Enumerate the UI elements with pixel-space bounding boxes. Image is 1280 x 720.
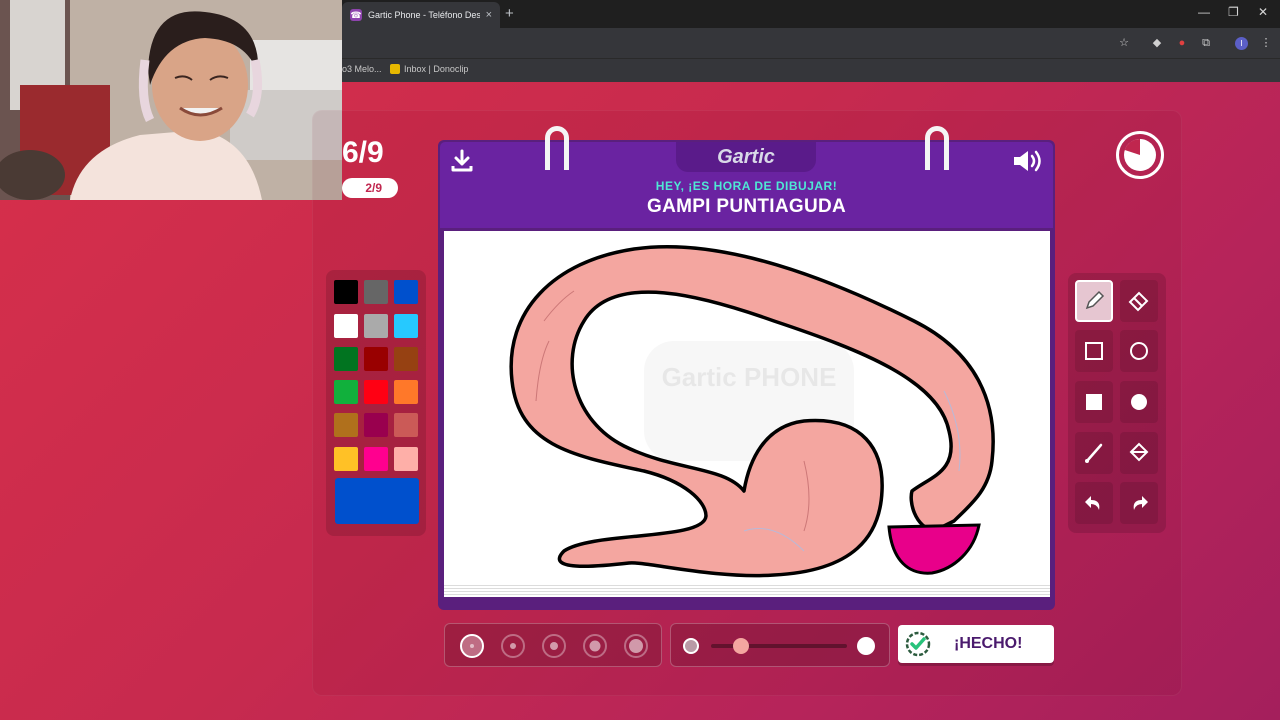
gartic-favicon-icon: ☎ bbox=[350, 9, 362, 21]
gartic-logo: Gartic bbox=[717, 146, 775, 168]
bucket-fill-icon bbox=[1129, 442, 1149, 462]
drawing-svg: Gartic PHONE bbox=[509, 244, 995, 578]
timer-pie bbox=[1124, 139, 1156, 171]
tool-pencil[interactable] bbox=[1075, 280, 1113, 322]
undo-icon bbox=[1085, 496, 1100, 510]
extension-red-icon[interactable]: ● bbox=[1176, 37, 1188, 49]
color-swatch[interactable] bbox=[394, 447, 418, 471]
done-button[interactable]: ¡HECHO! bbox=[898, 625, 1054, 663]
color-swatch[interactable] bbox=[394, 413, 418, 437]
brush-size-option[interactable] bbox=[583, 634, 607, 658]
redo-icon bbox=[1133, 496, 1148, 510]
prompt-header: HEY, ¡ES HORA DE DIBUJAR! bbox=[655, 179, 838, 193]
color-swatch[interactable] bbox=[394, 314, 418, 338]
color-swatch[interactable] bbox=[394, 380, 418, 404]
tab-title: Gartic Phone - Teléfono Desco bbox=[368, 10, 480, 20]
download-icon[interactable] bbox=[449, 148, 475, 179]
eraser-icon bbox=[1128, 291, 1149, 312]
browser-tab[interactable]: ☎ Gartic Phone - Teléfono Desco × bbox=[342, 2, 500, 28]
bookmark-item[interactable]: o3 Melo... bbox=[342, 64, 382, 74]
current-color-preview bbox=[335, 478, 419, 524]
webcam-image bbox=[0, 0, 342, 200]
tab-close-icon[interactable]: × bbox=[486, 9, 492, 21]
sketchbook-ring-left bbox=[545, 126, 569, 170]
opacity-slider[interactable] bbox=[670, 623, 890, 667]
check-icon bbox=[905, 631, 931, 657]
bookmark-label: Inbox | Donoclip bbox=[404, 64, 469, 74]
color-swatch[interactable] bbox=[364, 280, 388, 304]
profile-avatar[interactable]: I bbox=[1235, 37, 1248, 50]
tool-undo[interactable] bbox=[1075, 482, 1113, 524]
donoclip-icon bbox=[390, 64, 400, 74]
color-swatch[interactable] bbox=[334, 314, 358, 338]
color-swatch[interactable] bbox=[364, 347, 388, 371]
color-swatch[interactable] bbox=[394, 280, 418, 304]
pencil-icon bbox=[1085, 290, 1105, 310]
sub-counter-badge: 2/9 bbox=[342, 178, 398, 198]
ellipse-filled-icon bbox=[1131, 394, 1147, 410]
line-icon bbox=[1085, 443, 1103, 463]
extensions-puzzle-icon[interactable]: ⧉ bbox=[1200, 37, 1212, 49]
tool-redo[interactable] bbox=[1120, 482, 1158, 524]
tool-ellipse[interactable] bbox=[1120, 330, 1158, 372]
tool-filled-rectangle[interactable] bbox=[1075, 381, 1113, 423]
prompt-word: GAMPI PUNTIAGUDA bbox=[646, 196, 847, 217]
opacity-high-icon bbox=[857, 637, 875, 655]
rectangle-filled-icon bbox=[1086, 394, 1102, 410]
bookmark-star-icon[interactable]: ☆ bbox=[1118, 37, 1130, 49]
webcam-overlay bbox=[0, 0, 342, 200]
color-swatch[interactable] bbox=[364, 380, 388, 404]
round-counter: 6/9 bbox=[342, 136, 384, 169]
opacity-low-icon bbox=[683, 638, 699, 654]
bookmark-label: o3 Melo... bbox=[342, 64, 382, 74]
color-swatch[interactable] bbox=[334, 447, 358, 471]
bookmark-item[interactable]: Inbox | Donoclip bbox=[390, 64, 468, 74]
tool-filled-ellipse[interactable] bbox=[1120, 381, 1158, 423]
close-window-button[interactable]: ✕ bbox=[1258, 5, 1268, 19]
color-swatch[interactable] bbox=[334, 380, 358, 404]
opacity-track bbox=[711, 644, 847, 648]
sketchbook-page-edge bbox=[444, 583, 1050, 597]
browser-menu-icon[interactable]: ⋮ bbox=[1260, 37, 1272, 49]
brush-size-option[interactable] bbox=[501, 634, 525, 658]
brush-size-option[interactable] bbox=[542, 634, 566, 658]
done-label: ¡HECHO! bbox=[954, 635, 1023, 652]
color-swatch[interactable] bbox=[364, 413, 388, 437]
color-swatch[interactable] bbox=[334, 347, 358, 371]
tool-bucket[interactable] bbox=[1120, 432, 1158, 474]
color-swatch[interactable] bbox=[334, 280, 358, 304]
drawing-magenta-tip bbox=[887, 523, 981, 575]
minimize-button[interactable]: — bbox=[1198, 5, 1210, 19]
color-swatch[interactable] bbox=[394, 347, 418, 371]
new-tab-button[interactable]: + bbox=[505, 5, 514, 22]
color-swatch[interactable] bbox=[334, 413, 358, 437]
brush-size-option[interactable] bbox=[460, 634, 484, 658]
opacity-thumb[interactable] bbox=[733, 638, 749, 654]
extension-diamond-icon[interactable]: ◆ bbox=[1151, 37, 1163, 49]
tool-rectangle[interactable] bbox=[1075, 330, 1113, 372]
rectangle-outline-icon bbox=[1085, 342, 1103, 360]
watermark-text: Gartic PHONE bbox=[662, 362, 837, 392]
timer-clock-icon bbox=[1116, 131, 1164, 179]
sub-counter-text: 2/9 bbox=[365, 181, 382, 195]
color-swatch[interactable] bbox=[364, 314, 388, 338]
sound-icon[interactable] bbox=[1011, 147, 1045, 180]
ellipse-outline-icon bbox=[1130, 342, 1148, 360]
color-swatch[interactable] bbox=[364, 447, 388, 471]
sketchbook-ring-right bbox=[925, 126, 949, 170]
tool-line[interactable] bbox=[1075, 432, 1113, 474]
drawing-canvas[interactable]: Gartic PHONE bbox=[444, 231, 1050, 595]
tool-eraser[interactable] bbox=[1120, 280, 1158, 322]
brush-size-option[interactable] bbox=[624, 634, 648, 658]
restore-button[interactable]: ❐ bbox=[1228, 5, 1239, 19]
